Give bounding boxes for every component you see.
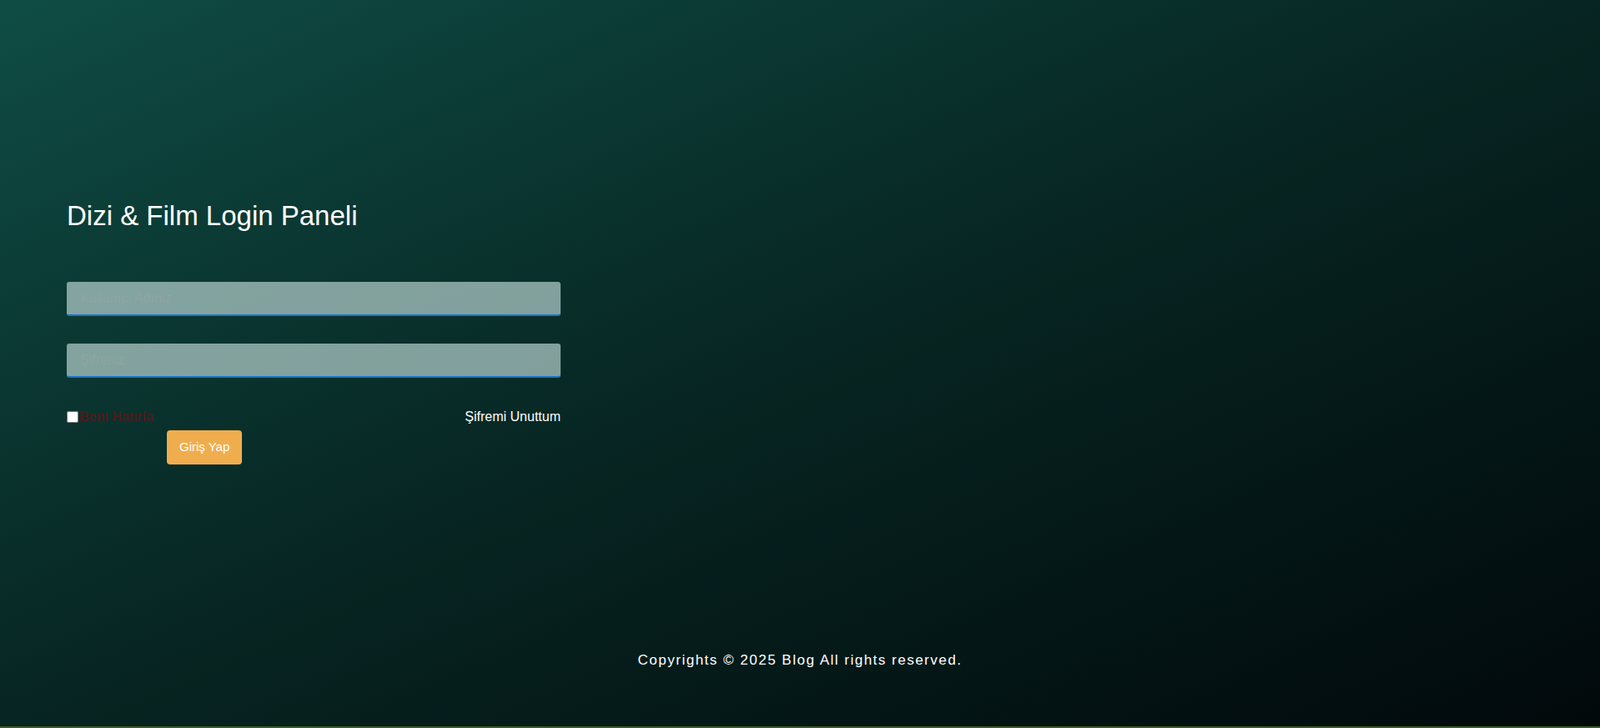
remember-me[interactable]: Beni Hatırla <box>66 407 154 428</box>
options-row: Beni Hatırla Şifremi Unuttum <box>66 407 561 428</box>
login-page: Dizi & Film Login Paneli Beni Hatırla Şifr… <box>0 0 1600 728</box>
footer: Copyrights © 2025 Blog All rights reserv… <box>0 651 1600 727</box>
forgot-password-link[interactable]: Şifremi Unuttum <box>464 407 561 428</box>
remember-label: Beni Hatırla <box>79 407 154 428</box>
page-title: Dizi & Film Login Paneli <box>66 198 561 234</box>
password-input[interactable] <box>66 343 561 378</box>
copyright-text: Copyrights © 2025 Blog All rights reserv… <box>638 651 963 670</box>
login-button[interactable]: Giriş Yap <box>166 430 242 465</box>
remember-checkbox[interactable] <box>66 411 79 423</box>
login-form: Dizi & Film Login Paneli Beni Hatırla Şifr… <box>0 0 561 465</box>
submit-row: Giriş Yap <box>66 430 561 465</box>
username-input[interactable] <box>66 281 561 317</box>
